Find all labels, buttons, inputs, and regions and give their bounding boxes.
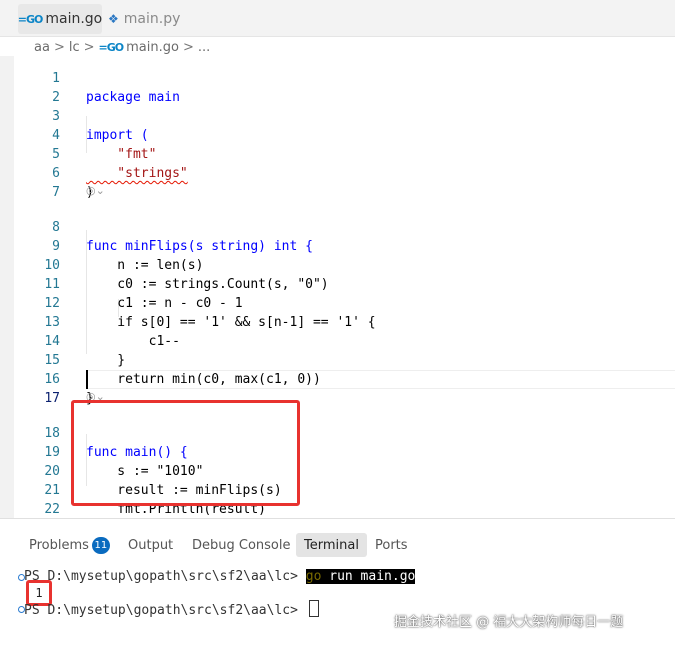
code-highlight-annotation — [71, 400, 300, 506]
code-line[interactable]: 12 if s[0] == '1' && s[n-1] == '1' { — [0, 275, 675, 330]
terminal-command-go: go — [305, 569, 322, 584]
tab-problems[interactable]: Problems 11 — [29, 533, 110, 557]
terminal-output: 1 — [35, 586, 43, 600]
tab-ports[interactable]: Ports — [375, 533, 408, 557]
go-icon: =GO — [17, 12, 44, 26]
tab-label: Terminal — [304, 537, 359, 553]
code-line[interactable]: 7 — [0, 164, 675, 200]
problems-count-badge: 11 — [91, 536, 110, 554]
code-line[interactable]: 17 — [0, 370, 675, 406]
terminal-command-args: run main.go — [321, 569, 416, 584]
code-line[interactable]: 14 } — [0, 313, 675, 368]
terminal-prompt: PS D:\mysetup\gopath\src\sf2\aa\lc> — [24, 603, 306, 618]
text-cursor — [86, 370, 88, 389]
code-line[interactable]: 3 import ( — [0, 88, 675, 143]
terminal-line[interactable]: PS D:\mysetup\gopath\src\sf2\aa\lc> go r… — [24, 568, 416, 586]
tab-output[interactable]: Output — [128, 533, 173, 557]
code-line[interactable]: 15 return min(c0, max(c1, 0)) — [0, 332, 675, 387]
code-line[interactable]: 13 c1-- — [0, 294, 675, 349]
tab-label: Output — [128, 537, 174, 553]
codelens-icon[interactable]: ◎⌄ — [86, 184, 105, 200]
code-line[interactable]: 4 "fmt" — [0, 107, 675, 162]
code-line[interactable]: 9 n := len(s) — [0, 218, 675, 273]
code-line[interactable]: 5 "strings" — [0, 126, 675, 181]
tab-debug-console[interactable]: Debug Console — [192, 533, 291, 557]
watermark: 掘金技术社区 @ 福大大架构师每日一题 — [394, 615, 624, 630]
tab-label: Debug Console — [192, 537, 291, 553]
code-line[interactable]: 10 c0 := strings.Count(s, "0") — [0, 237, 675, 292]
tab-label: Ports — [375, 537, 408, 553]
tab-label: main.go — [45, 11, 103, 27]
terminal-prompt: PS D:\mysetup\gopath\src\sf2\aa\lc> — [24, 569, 306, 584]
code-line[interactable]: 16 } — [0, 351, 675, 406]
terminal-cursor — [308, 600, 319, 617]
editor-tab-bar: =GO main.go ❖ main.py — [0, 0, 675, 37]
code-line[interactable]: 1 package main — [0, 50, 675, 105]
tab-label: main.py — [123, 11, 181, 27]
terminal-line[interactable]: PS D:\mysetup\gopath\src\sf2\aa\lc> — [24, 600, 319, 620]
code-line[interactable]: 8 func minFlips(s string) int { — [0, 199, 675, 254]
tab-label: Problems — [29, 537, 89, 553]
tab-main-go[interactable]: =GO main.go — [18, 4, 102, 34]
code-line[interactable]: 11 c1 := n - c0 - 1 — [0, 256, 675, 311]
tab-terminal[interactable]: Terminal — [296, 533, 367, 557]
python-icon: ❖ — [108, 12, 119, 26]
code-line[interactable]: 2 — [0, 69, 675, 105]
code-line[interactable]: 6 ) — [0, 145, 675, 200]
tab-main-py[interactable]: ❖ main.py — [108, 4, 188, 34]
